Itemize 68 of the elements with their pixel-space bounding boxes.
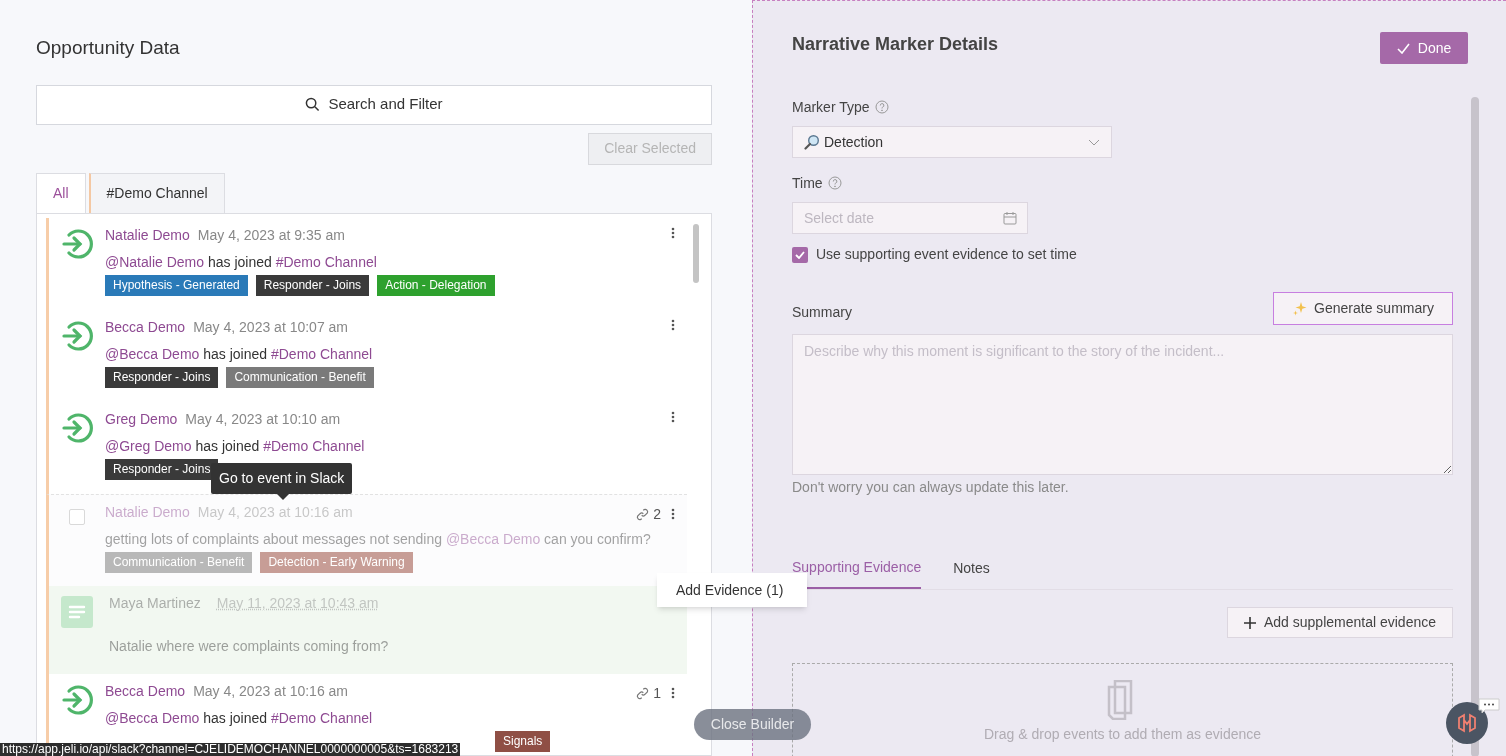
more-options-icon (671, 508, 675, 520)
event-tag: Action - Delegation (377, 274, 495, 296)
helper-text: Don't worry you can always update this later. (792, 478, 1070, 497)
note-icon (61, 595, 93, 628)
tooltip: Go to event in Slack (211, 463, 353, 494)
scrollbar-thumb[interactable] (1471, 97, 1479, 756)
more-options-icon (671, 318, 675, 331)
link-count: 2 (653, 504, 661, 524)
help-icon (827, 176, 842, 190)
event-message: @Becca Demo has joined #Demo Channel (105, 708, 374, 728)
event-tag: Hypothesis - Generated (105, 274, 248, 296)
calendar-icon (1003, 211, 1017, 225)
status-url: https://app.jeli.io/api/slack?channel=CJELIDEMOCHANNEL0000000005&ts=1683213 (0, 743, 461, 756)
link-icon (636, 507, 650, 521)
event-time: May 4, 2023 at 10:16 am (193, 682, 349, 701)
more-options-icon (671, 226, 675, 239)
event-tag: Responder - Joins (105, 366, 219, 388)
field-label: Marker Type (792, 97, 870, 117)
more-options-icon (671, 410, 675, 423)
event-tag: Detection - Early Warning (260, 551, 413, 573)
channel-tab[interactable]: All (36, 172, 86, 213)
event-tag: Communication - Benefit (226, 366, 374, 388)
checkmark-icon (795, 250, 805, 259)
event-message: @Natalie Demo has joined #Demo Channel (105, 252, 378, 272)
event-message: @Greg Demo has joined #Demo Channel (105, 436, 366, 456)
more-options-icon (671, 687, 675, 699)
event-tag: Signals (495, 730, 551, 752)
event-message: getting lots of complaints about messages not sending @Becca Demo can you confirm? (105, 529, 652, 549)
search-filter-button[interactable]: Search and Filter (36, 84, 712, 125)
event-tag: Communication - Benefit (105, 551, 253, 573)
author-name[interactable]: Becca Demo (105, 681, 186, 702)
event-time: May 4, 2023 at 10:07 am (193, 318, 349, 337)
panel-title: Opportunity Data (36, 36, 181, 60)
panel-title: Narrative Marker Details (792, 33, 999, 56)
author-name[interactable]: Becca Demo (105, 317, 186, 338)
event-message: Natalie where were complaints coming from? (108, 636, 390, 656)
field-label: Summary (792, 303, 852, 322)
marker-type-select[interactable]: Detection (792, 126, 1112, 158)
event-checkbox[interactable] (69, 508, 85, 525)
tooltip-arrow-icon (277, 494, 289, 500)
done-button[interactable]: Done (1380, 32, 1468, 64)
event-tag: Responder - Joins (255, 274, 370, 296)
checkbox[interactable] (792, 246, 808, 263)
scrollbar-thumb[interactable] (693, 223, 699, 283)
author-name[interactable]: Greg Demo (105, 409, 178, 430)
event-tag: Responder - Joins (105, 458, 219, 480)
checkbox-label: Use supporting event evidence to set time (816, 245, 1077, 264)
search-icon (305, 97, 321, 112)
event-message: @Becca Demo has joined #Demo Channel (105, 344, 374, 364)
field-label: Time (792, 173, 823, 193)
event-time: May 4, 2023 at 9:35 am (197, 226, 345, 245)
menu-item[interactable]: Add Evidence (1) (676, 579, 784, 601)
link-count: 1 (653, 683, 661, 703)
date-field[interactable]: Select date (792, 202, 1028, 234)
evidence-tab[interactable]: Notes (953, 556, 990, 589)
add-supplemental-evidence-button[interactable]: Add supplemental evidence (1227, 607, 1453, 638)
drop-zone-text: Drag & drop events to add them as evidence (983, 725, 1262, 744)
checkmark-icon (1396, 42, 1410, 54)
event-time: May 4, 2023 at 10:10 am (185, 410, 341, 429)
plus-icon (1244, 616, 1256, 629)
logo-icon (1457, 713, 1477, 733)
chevron-down-icon (1088, 138, 1100, 146)
generate-summary-button[interactable]: Generate summary (1273, 292, 1453, 325)
author-name[interactable]: Natalie Demo (105, 225, 190, 246)
help-icon (874, 100, 889, 114)
magnifier-icon (804, 134, 820, 150)
link-icon (636, 686, 650, 700)
channel-tab[interactable]: #Demo Channel (88, 172, 225, 213)
